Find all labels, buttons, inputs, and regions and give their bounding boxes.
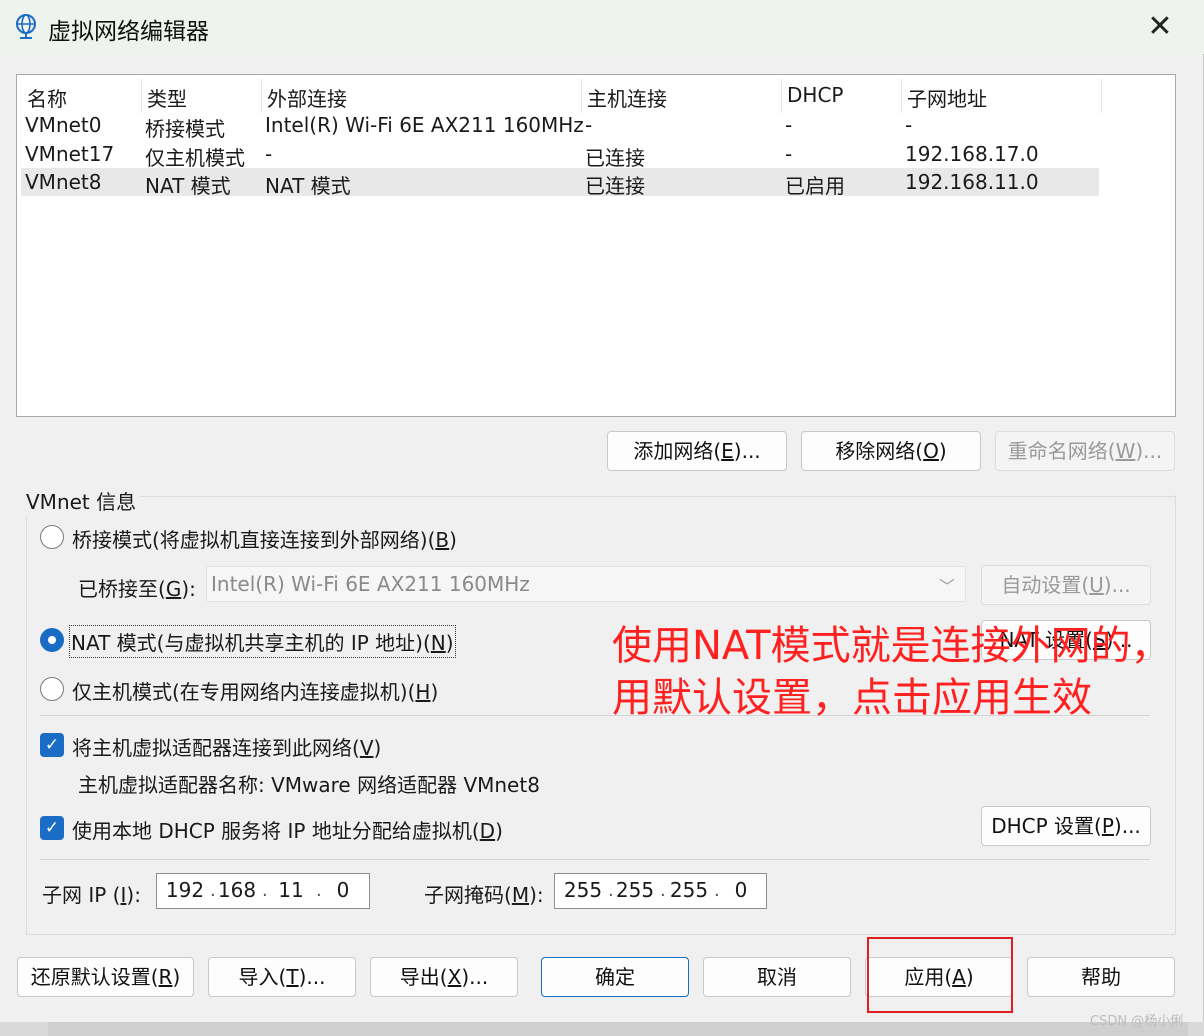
annotation-text: 使用NAT模式就是连接外网的， 用默认设置，点击应用生效 [612,620,1192,724]
adapter-name-text: 主机虚拟适配器名称: VMware 网络适配器 VMnet8 [78,773,540,797]
bottom-strip [48,1022,1188,1036]
close-icon: ✕ [1147,9,1173,44]
cell-host: 已连接 [585,174,645,198]
host-only-radio[interactable] [40,677,64,701]
globe-network-icon [16,14,36,39]
window-title: 虚拟网络编辑器 [48,19,209,45]
apply-highlight-box [867,937,1013,1013]
nat-mode-label[interactable]: NAT 模式(与虚拟机共享主机的 IP 地址)(N) [69,625,456,658]
connect-adapter-label[interactable]: 将主机虚拟适配器连接到此网络(V) [72,732,381,761]
cell-dhcp: - [785,113,793,137]
cell-subnet: 192.168.11.0 [905,170,1039,194]
use-dhcp-checkbox[interactable]: ✓ [40,816,64,840]
cell-external: Intel(R) Wi-Fi 6E AX211 160MHz [265,113,584,137]
bridged-mode-label[interactable]: 桥接模式(将虚拟机直接连接到外部网络)(B) [72,524,457,553]
cell-dhcp: 已启用 [785,174,845,198]
column-header-external[interactable]: 外部连接 [267,83,347,112]
cell-host: 已连接 [585,146,645,170]
cell-external: NAT 模式 [265,174,351,198]
network-list[interactable]: 名称 类型 外部连接 主机连接 DHCP 子网地址 VMnet0 桥接模式 In… [16,74,1176,417]
cell-external: - [265,142,273,166]
subnet-ip-input[interactable]: 192 . 168 . 11 . 0 [156,873,370,909]
rename-network-button[interactable]: 重命名网络(W)... [995,431,1175,471]
cell-subnet: - [905,113,913,137]
table-row[interactable]: VMnet0 桥接模式 Intel(R) Wi-Fi 6E AX211 160M… [21,111,1099,141]
table-row[interactable]: VMnet17 仅主机模式 - 已连接 - 192.168.17.0 [21,140,1099,170]
cell-type: 桥接模式 [145,117,225,141]
nat-mode-radio[interactable] [40,628,64,652]
title-bar: 虚拟网络编辑器 ✕ [0,0,1204,54]
vmnet-info-label: VMnet 信息 [26,486,141,515]
checkmark-icon: ✓ [44,818,60,838]
watermark: CSDN @杨小俐 [1090,1014,1184,1029]
list-header: 名称 类型 外部连接 主机连接 DHCP 子网地址 [23,79,1113,113]
cell-host: - [585,113,593,137]
cancel-button[interactable]: 取消 [703,957,851,997]
divider [40,859,1150,860]
annotation-line-1: 使用NAT模式就是连接外网的， [612,623,1171,669]
bridged-adapter-value: Intel(R) Wi-Fi 6E AX211 160MHz [211,572,530,596]
column-header-host[interactable]: 主机连接 [587,83,667,112]
cell-subnet: 192.168.17.0 [905,142,1039,166]
column-header-name[interactable]: 名称 [27,83,67,112]
cell-name: VMnet17 [25,142,115,166]
use-dhcp-label[interactable]: 使用本地 DHCP 服务将 IP 地址分配给虚拟机(D) [72,815,503,844]
bridged-adapter-select[interactable]: Intel(R) Wi-Fi 6E AX211 160MHz ﹀ [206,566,966,602]
restore-defaults-button[interactable]: 还原默认设置(R) [17,957,194,997]
subnet-mask-label: 子网掩码(M): [424,883,544,907]
cell-type: 仅主机模式 [145,146,245,170]
bridged-mode-radio[interactable] [40,525,64,549]
checkmark-icon: ✓ [44,735,60,755]
dhcp-settings-button[interactable]: DHCP 设置(P)... [981,806,1151,846]
help-button[interactable]: 帮助 [1027,957,1175,997]
cell-dhcp: - [785,142,793,166]
remove-network-button[interactable]: 移除网络(O) [801,431,981,471]
add-network-button[interactable]: 添加网络(E)... [607,431,787,471]
cell-type: NAT 模式 [145,174,231,198]
column-header-dhcp[interactable]: DHCP [787,83,843,107]
cell-name: VMnet8 [25,170,102,194]
auto-settings-button[interactable]: 自动设置(U)... [981,565,1151,605]
import-button[interactable]: 导入(T)... [208,957,356,997]
chevron-down-icon: ﹀ [938,577,955,596]
connect-adapter-checkbox[interactable]: ✓ [40,733,64,757]
column-header-subnet[interactable]: 子网地址 [907,83,987,112]
subnet-mask-input[interactable]: 255 . 255 . 255 . 0 [554,873,767,909]
ok-button[interactable]: 确定 [541,957,689,997]
annotation-line-2: 用默认设置，点击应用生效 [612,675,1092,721]
column-header-type[interactable]: 类型 [147,83,187,112]
host-only-label[interactable]: 仅主机模式(在专用网络内连接虚拟机)(H) [72,676,438,705]
bridged-to-label: 已桥接至(G): [78,577,196,601]
cell-name: VMnet0 [25,113,102,137]
virtual-network-editor-window: 虚拟网络编辑器 ✕ 名称 类型 外部连接 主机连接 DHCP 子网地址 VMne… [0,0,1204,1022]
subnet-ip-label: 子网 IP (I): [42,883,141,907]
export-button[interactable]: 导出(X)... [370,957,518,997]
table-row-selected[interactable]: VMnet8 NAT 模式 NAT 模式 已连接 已启用 192.168.11.… [21,168,1099,198]
close-button[interactable]: ✕ [1138,8,1182,48]
